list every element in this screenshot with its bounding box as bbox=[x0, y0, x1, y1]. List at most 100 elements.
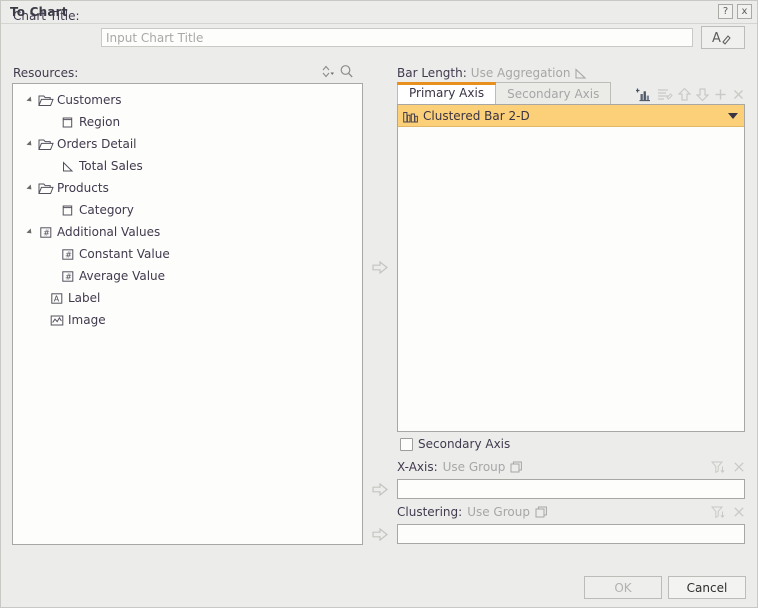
font-style-button[interactable]: A bbox=[701, 26, 745, 49]
clustering-label: Clustering: bbox=[397, 505, 462, 519]
secondary-axis-checkbox-row[interactable]: Secondary Axis bbox=[400, 437, 510, 451]
tree-item[interactable]: Products bbox=[13, 177, 362, 199]
add-icon bbox=[714, 87, 727, 102]
tree-expander-icon[interactable] bbox=[23, 185, 37, 191]
bar-length-label: Bar Length: bbox=[397, 66, 467, 80]
axis-tabs: Primary Axis Secondary Axis bbox=[397, 82, 745, 104]
tab-secondary-axis[interactable]: Secondary Axis bbox=[495, 82, 611, 104]
clustering-field[interactable] bbox=[397, 524, 745, 544]
clustering-group-label: Clustering: Use Group bbox=[397, 505, 549, 519]
assign-to-bar-length-arrow[interactable] bbox=[372, 261, 388, 274]
axis-items-list[interactable]: Clustered Bar 2-D bbox=[397, 104, 745, 432]
clustering-tools bbox=[711, 505, 745, 519]
tree-expander-icon[interactable] bbox=[23, 141, 37, 147]
x-axis-label: X-Axis: bbox=[397, 460, 438, 474]
image-field-icon bbox=[48, 314, 66, 327]
clustered-bar-icon bbox=[403, 109, 418, 123]
folder-icon bbox=[37, 182, 55, 195]
title-bar: To Chart ? x bbox=[1, 1, 757, 24]
tab-primary-axis[interactable]: Primary Axis bbox=[397, 82, 496, 104]
axis-toolbar bbox=[636, 87, 745, 102]
axis-item-label: Clustered Bar 2-D bbox=[423, 109, 728, 123]
sort-toggle-icon[interactable] bbox=[319, 64, 335, 79]
resources-label: Resources: bbox=[13, 66, 78, 80]
tree-item[interactable]: # Average Value bbox=[13, 265, 362, 287]
resources-toolbar bbox=[319, 64, 354, 79]
tab-primary-axis-label: Primary Axis bbox=[409, 86, 484, 100]
close-button[interactable]: x bbox=[737, 4, 752, 19]
assign-to-x-axis-arrow[interactable] bbox=[372, 483, 388, 496]
tree-item[interactable]: # Additional Values bbox=[13, 221, 362, 243]
tree-item-label: Category bbox=[77, 203, 134, 217]
x-axis-field[interactable] bbox=[397, 479, 745, 499]
tree-expander-icon[interactable] bbox=[23, 97, 37, 103]
chevron-down-icon[interactable] bbox=[728, 113, 738, 119]
to-chart-dialog: To Chart ? x Chart Title: A Resources: bbox=[0, 0, 758, 608]
help-button[interactable]: ? bbox=[718, 4, 733, 19]
bar-length-hint: Use Aggregation bbox=[471, 66, 571, 80]
text-field-icon: A bbox=[48, 292, 66, 305]
chart-title-label: Chart Title: bbox=[13, 9, 80, 23]
tree-item-label: Products bbox=[55, 181, 109, 195]
ok-button[interactable]: OK bbox=[584, 576, 662, 599]
secondary-axis-checkbox[interactable] bbox=[400, 438, 413, 451]
tree-item-label: Additional Values bbox=[55, 225, 160, 239]
axis-item-clustered-bar[interactable]: Clustered Bar 2-D bbox=[398, 105, 744, 127]
edit-list-icon bbox=[657, 87, 673, 102]
window-controls: ? x bbox=[718, 4, 752, 19]
clustering-hint: Use Group bbox=[467, 505, 530, 519]
search-icon[interactable] bbox=[339, 64, 354, 79]
number-field-icon: # bbox=[59, 270, 77, 283]
x-axis-tools bbox=[711, 460, 745, 474]
x-axis-group-label: X-Axis: Use Group bbox=[397, 460, 524, 474]
filter-sort-icon[interactable] bbox=[711, 505, 725, 519]
number-field-icon: # bbox=[59, 248, 77, 261]
tree-expander-icon[interactable] bbox=[23, 229, 37, 235]
tree-item-label: Constant Value bbox=[77, 247, 170, 261]
tree-item[interactable]: # Constant Value bbox=[13, 243, 362, 265]
group-field-icon bbox=[535, 506, 549, 519]
tree-item[interactable]: Category bbox=[13, 199, 362, 221]
remove-icon bbox=[732, 87, 745, 102]
tree-item-label: Label bbox=[66, 291, 100, 305]
chart-title-input[interactable] bbox=[101, 28, 693, 47]
assign-to-clustering-arrow[interactable] bbox=[372, 528, 388, 541]
tree-item[interactable]: A Label bbox=[13, 287, 362, 309]
move-down-icon bbox=[696, 87, 709, 102]
tree-item[interactable]: Customers bbox=[13, 89, 362, 111]
tree-item[interactable]: Image bbox=[13, 309, 362, 331]
move-up-icon bbox=[678, 87, 691, 102]
clear-icon[interactable] bbox=[733, 461, 745, 473]
secondary-axis-checkbox-label: Secondary Axis bbox=[418, 437, 510, 451]
tree-item-label: Average Value bbox=[77, 269, 165, 283]
number-field-icon: # bbox=[37, 226, 55, 239]
string-field-icon bbox=[59, 204, 77, 217]
folder-icon bbox=[37, 138, 55, 151]
cancel-button[interactable]: Cancel bbox=[668, 576, 746, 599]
filter-sort-icon[interactable] bbox=[711, 460, 725, 474]
add-chart-type-icon[interactable] bbox=[636, 87, 652, 102]
tree-item[interactable]: Orders Detail bbox=[13, 133, 362, 155]
group-field-icon bbox=[510, 461, 524, 474]
clear-icon[interactable] bbox=[733, 506, 745, 518]
folder-icon bbox=[37, 94, 55, 107]
tree-item-label: Region bbox=[77, 115, 120, 129]
tree-item-label: Image bbox=[66, 313, 106, 327]
measure-field-icon bbox=[574, 67, 588, 80]
bar-length-group: Bar Length: Use Aggregation bbox=[397, 66, 588, 80]
svg-text:#: # bbox=[65, 250, 72, 259]
string-field-icon bbox=[59, 116, 77, 129]
measure-field-icon bbox=[59, 160, 77, 173]
svg-text:A: A bbox=[54, 294, 60, 303]
font-pencil-icon: A bbox=[712, 30, 734, 45]
tree-item-label: Total Sales bbox=[77, 159, 143, 173]
svg-text:A: A bbox=[712, 31, 721, 45]
tab-secondary-axis-label: Secondary Axis bbox=[507, 87, 599, 101]
tree-item[interactable]: Region bbox=[13, 111, 362, 133]
svg-text:#: # bbox=[43, 228, 50, 237]
tree-item-label: Orders Detail bbox=[55, 137, 137, 151]
resources-tree[interactable]: Customers Region Orders Detail Total Sales P… bbox=[12, 83, 363, 545]
svg-text:#: # bbox=[65, 272, 72, 281]
x-axis-hint: Use Group bbox=[443, 460, 506, 474]
tree-item[interactable]: Total Sales bbox=[13, 155, 362, 177]
